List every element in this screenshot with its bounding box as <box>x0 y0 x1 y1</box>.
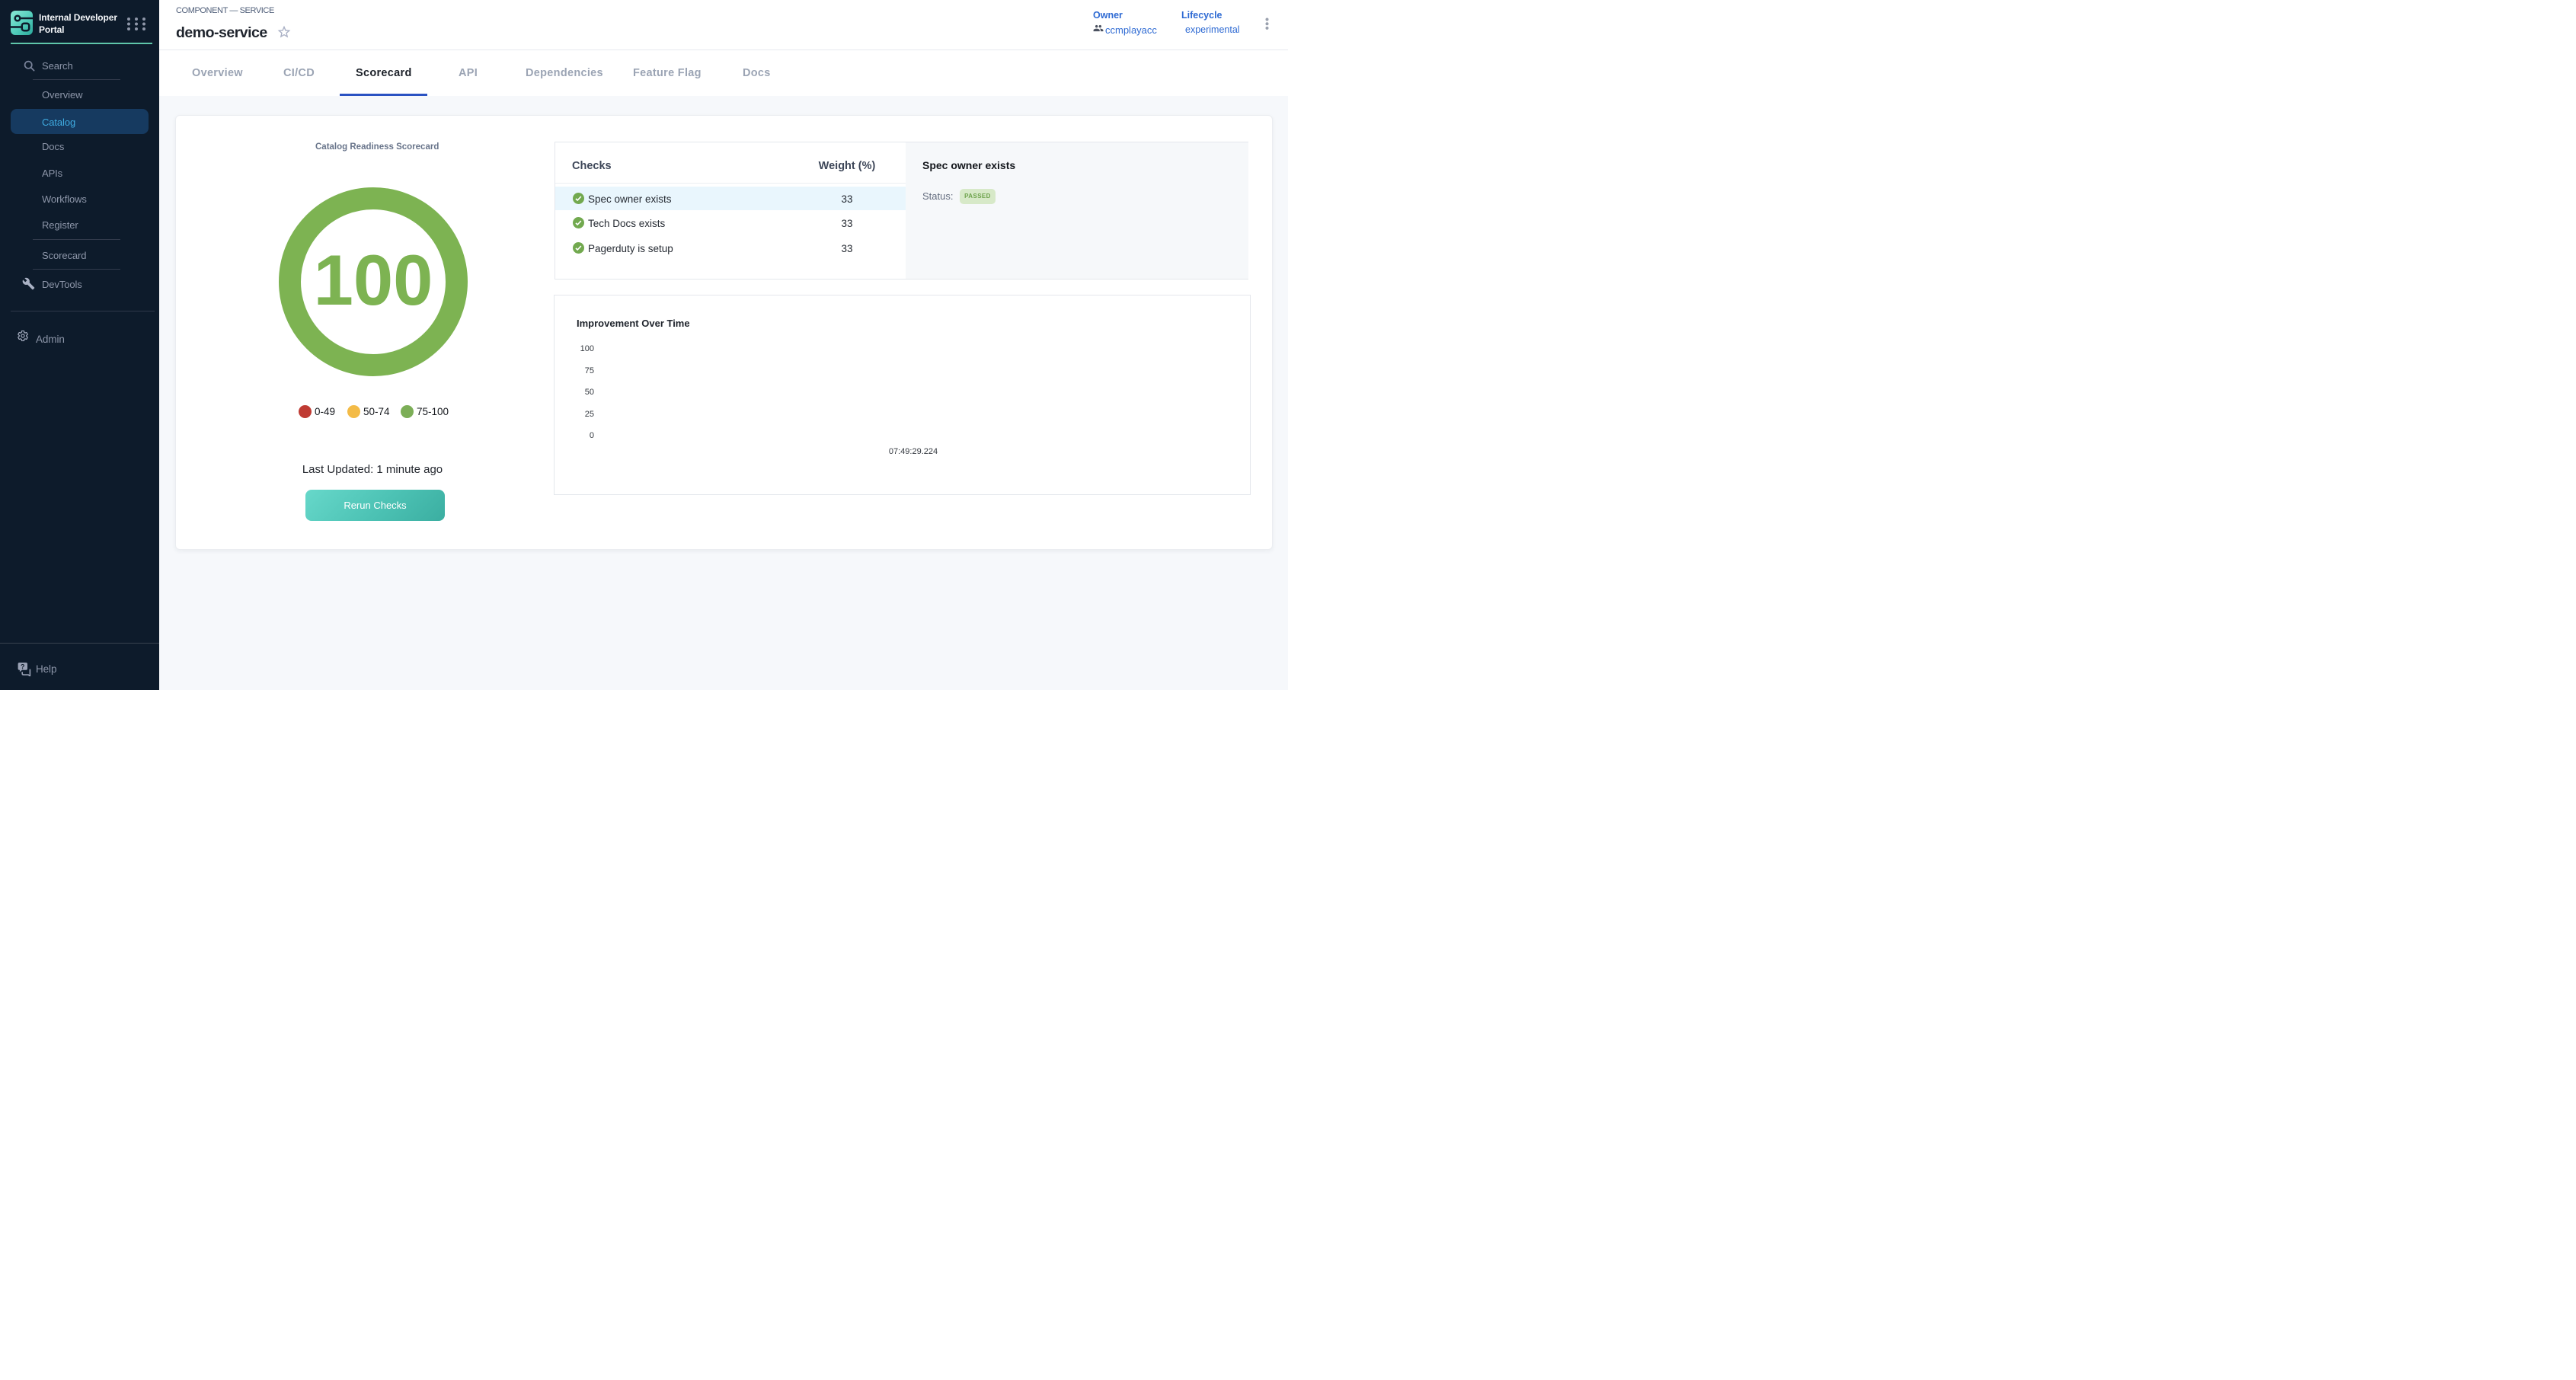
svg-text:?: ? <box>21 663 25 670</box>
